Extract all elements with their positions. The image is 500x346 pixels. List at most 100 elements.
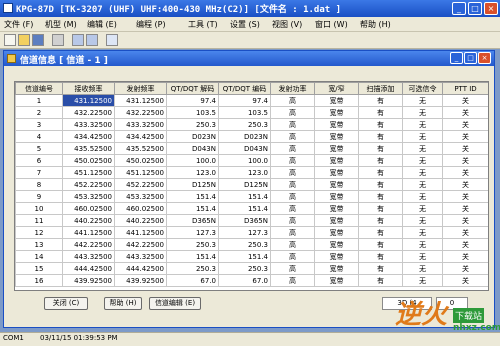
table-cell[interactable]: 无 <box>402 106 443 119</box>
table-cell[interactable]: 432.22500 <box>62 106 115 119</box>
table-cell[interactable]: D023N <box>218 130 271 143</box>
table-cell[interactable]: 250.3 <box>166 262 219 275</box>
table-cell[interactable]: D365N <box>218 214 271 227</box>
table-row[interactable]: 16 439.92500 439.92500 67.0 67.0 高宽带有无关 <box>15 274 488 287</box>
table-cell[interactable]: 127.3 <box>218 226 271 239</box>
table-cell[interactable]: 2 <box>15 106 63 119</box>
table-cell[interactable]: 8 <box>15 178 63 191</box>
table-cell[interactable]: 高 <box>270 118 315 131</box>
table-cell[interactable]: 宽带 <box>314 238 359 251</box>
table-cell[interactable]: 高 <box>270 262 315 275</box>
table-cell[interactable]: 有 <box>358 118 403 131</box>
table-cell[interactable]: 10 <box>15 202 63 215</box>
table-cell[interactable]: 关 <box>442 118 488 131</box>
table-cell[interactable]: 无 <box>402 118 443 131</box>
table-cell[interactable]: 4 <box>15 130 63 143</box>
table-row[interactable]: 2 432.22500 432.22500 103.5 103.5 高宽带有无关 <box>15 106 488 119</box>
table-cell[interactable]: 435.52500 <box>62 142 115 155</box>
table-cell[interactable]: D125N <box>166 178 219 191</box>
table-cell[interactable]: 关 <box>442 106 488 119</box>
table-cell[interactable]: 6 <box>15 154 63 167</box>
read-radio-icon[interactable] <box>72 34 84 46</box>
table-cell[interactable]: 123.0 <box>218 166 271 179</box>
table-cell[interactable]: 250.3 <box>166 238 219 251</box>
table-cell[interactable]: 宽带 <box>314 226 359 239</box>
channel-grid[interactable]: 信道编号 接收频率 发射频率 QT/DQT 解码 QT/DQT 编码 发射功率 宽/窄 扫描添… <box>14 81 489 291</box>
table-cell[interactable]: 高 <box>270 154 315 167</box>
menu-edit[interactable]: 编辑 (E) <box>87 19 117 30</box>
table-cell[interactable]: 有 <box>358 250 403 263</box>
help-pointer-icon[interactable] <box>106 34 118 46</box>
table-cell[interactable]: 关 <box>442 142 488 155</box>
table-cell[interactable]: 450.02500 <box>114 154 167 167</box>
table-cell[interactable]: 431.12500 <box>114 94 167 107</box>
table-cell[interactable]: 434.42500 <box>62 130 115 143</box>
table-cell[interactable]: 97.4 <box>166 94 219 107</box>
table-cell[interactable]: 5 <box>15 142 63 155</box>
table-cell[interactable]: 无 <box>402 190 443 203</box>
menu-program[interactable]: 编程 (P) <box>136 19 166 30</box>
table-cell[interactable]: 无 <box>402 262 443 275</box>
table-cell[interactable]: 444.42500 <box>62 262 115 275</box>
channel-edit-button[interactable]: 信道编辑 (E) <box>149 297 201 310</box>
table-cell[interactable]: 151.4 <box>218 190 271 203</box>
open-folder-icon[interactable] <box>18 34 30 46</box>
table-cell[interactable]: 432.22500 <box>114 106 167 119</box>
table-cell[interactable]: 宽带 <box>314 166 359 179</box>
table-cell[interactable]: 14 <box>15 250 63 263</box>
table-cell[interactable]: 有 <box>358 106 403 119</box>
table-cell[interactable]: 有 <box>358 238 403 251</box>
table-cell[interactable]: 11 <box>15 214 63 227</box>
table-cell[interactable]: 250.3 <box>218 118 271 131</box>
table-cell[interactable]: 443.32500 <box>114 250 167 263</box>
table-cell[interactable]: 151.4 <box>218 250 271 263</box>
table-cell[interactable]: 7 <box>15 166 63 179</box>
table-cell[interactable]: D023N <box>166 130 219 143</box>
table-cell[interactable]: 高 <box>270 178 315 191</box>
table-cell[interactable]: 439.92500 <box>62 274 115 287</box>
table-cell[interactable]: 高 <box>270 226 315 239</box>
table-cell[interactable]: 有 <box>358 154 403 167</box>
table-cell[interactable]: 有 <box>358 142 403 155</box>
table-cell[interactable]: 有 <box>358 226 403 239</box>
table-cell[interactable]: 宽带 <box>314 118 359 131</box>
table-cell[interactable]: 无 <box>402 178 443 191</box>
table-row[interactable]: 12 441.12500 441.12500 127.3 127.3 高宽带有无关 <box>15 226 488 239</box>
table-cell[interactable]: 250.3 <box>218 238 271 251</box>
table-cell[interactable]: 宽带 <box>314 262 359 275</box>
table-cell[interactable]: 关 <box>442 250 488 263</box>
table-cell[interactable]: 3 <box>15 118 63 131</box>
table-row[interactable]: 15 444.42500 444.42500 250.3 250.3 高宽带有无关 <box>15 262 488 275</box>
table-cell[interactable]: 9 <box>15 190 63 203</box>
menu-model[interactable]: 机型 (M) <box>45 19 77 30</box>
table-cell[interactable]: 440.22500 <box>62 214 115 227</box>
table-cell[interactable]: 宽带 <box>314 142 359 155</box>
table-cell[interactable]: D365N <box>166 214 219 227</box>
table-cell[interactable]: 有 <box>358 214 403 227</box>
table-cell[interactable]: 有 <box>358 202 403 215</box>
table-cell[interactable]: 宽带 <box>314 106 359 119</box>
table-cell[interactable]: 443.32500 <box>62 250 115 263</box>
table-cell[interactable]: 440.22500 <box>114 214 167 227</box>
table-cell[interactable]: 13 <box>15 238 63 251</box>
table-cell[interactable]: 无 <box>402 142 443 155</box>
table-cell[interactable]: 151.4 <box>166 190 219 203</box>
table-cell[interactable]: 宽带 <box>314 274 359 287</box>
table-cell[interactable]: 高 <box>270 94 315 107</box>
table-row[interactable]: 4 434.42500 434.42500 D023N D023N 高宽带有无关 <box>15 130 488 143</box>
table-cell[interactable]: 451.12500 <box>114 166 167 179</box>
table-cell[interactable]: 关 <box>442 166 488 179</box>
table-cell[interactable]: 宽带 <box>314 190 359 203</box>
menu-view[interactable]: 视图 (V) <box>272 19 302 30</box>
maximize-icon[interactable]: □ <box>468 2 482 15</box>
table-cell[interactable]: D043N <box>218 142 271 155</box>
table-cell[interactable]: 高 <box>270 274 315 287</box>
table-cell[interactable]: 无 <box>402 226 443 239</box>
print-icon[interactable] <box>52 34 64 46</box>
table-cell[interactable]: 453.32500 <box>114 190 167 203</box>
table-cell[interactable]: 451.12500 <box>62 166 115 179</box>
table-cell[interactable]: 无 <box>402 214 443 227</box>
table-cell[interactable]: 无 <box>402 250 443 263</box>
table-cell[interactable]: 高 <box>270 250 315 263</box>
table-cell[interactable]: 460.02500 <box>62 202 115 215</box>
